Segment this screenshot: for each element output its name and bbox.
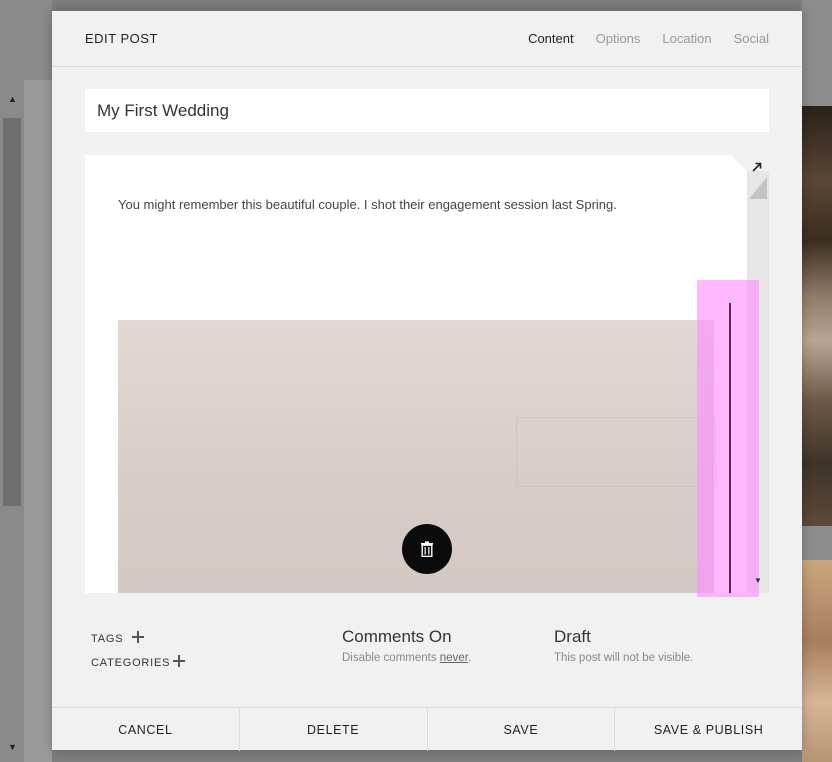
resize-handle-highlight[interactable] [697,280,759,597]
delete-block-button[interactable] [402,524,452,574]
edit-post-dialog: EDIT POST Content Options Location Socia… [52,11,802,751]
background-photo [802,106,832,526]
add-category-icon[interactable] [173,655,185,667]
tab-social[interactable]: Social [734,31,769,46]
resize-handle[interactable] [729,303,731,593]
scroll-down-arrow-icon[interactable]: ▼ [754,576,762,585]
dialog-footer: CANCEL DELETE SAVE SAVE & PUBLISH [52,707,802,751]
tags-label: TAGS [91,633,124,645]
trash-icon [421,541,433,557]
page-fold-corner [731,155,747,171]
post-meta: TAGS CATEGORIES Comments On Disable comm… [52,609,802,709]
scroll-down-arrow-icon[interactable]: ▼ [8,742,17,752]
expand-icon[interactable] [751,161,763,173]
dialog-title: EDIT POST [85,31,158,46]
content-editor: You might remember this beautiful couple… [85,155,769,597]
comments-prefix: Disable comments [342,652,440,664]
background-page-left: ▲ ▼ [0,0,52,762]
background-page-strip [24,80,52,762]
post-status-heading[interactable]: Draft [554,627,591,647]
tab-bar: Content Options Location Social [528,31,769,46]
comments-status-heading[interactable]: Comments On [342,627,452,647]
image-block[interactable] [118,320,716,593]
post-status-description: This post will not be visible. [554,652,694,664]
scroll-up-arrow-icon[interactable]: ▲ [8,94,17,104]
categories-label: CATEGORIES [91,657,171,669]
post-body-text[interactable]: You might remember this beautiful couple… [118,197,617,212]
save-publish-button[interactable]: SAVE & PUBLISH [615,708,802,751]
background-scrollbar[interactable] [3,118,21,506]
background-photo [802,560,832,762]
image-inner-frame [516,417,716,487]
cancel-button[interactable]: CANCEL [52,708,240,751]
tab-content[interactable]: Content [528,31,574,46]
comments-suffix: . [467,652,472,664]
disable-comments-link[interactable]: never [440,652,468,664]
page-corner-icon [749,177,767,199]
add-tag-icon[interactable] [132,631,144,643]
tab-location[interactable]: Location [662,31,711,46]
post-title-input[interactable] [85,89,769,132]
comments-setting-text: Disable comments never. [342,652,471,664]
editor-canvas[interactable]: You might remember this beautiful couple… [85,155,747,593]
dialog-header: EDIT POST Content Options Location Socia… [52,11,802,67]
delete-button[interactable]: DELETE [240,708,428,751]
tab-options[interactable]: Options [596,31,641,46]
save-button[interactable]: SAVE [428,708,616,751]
